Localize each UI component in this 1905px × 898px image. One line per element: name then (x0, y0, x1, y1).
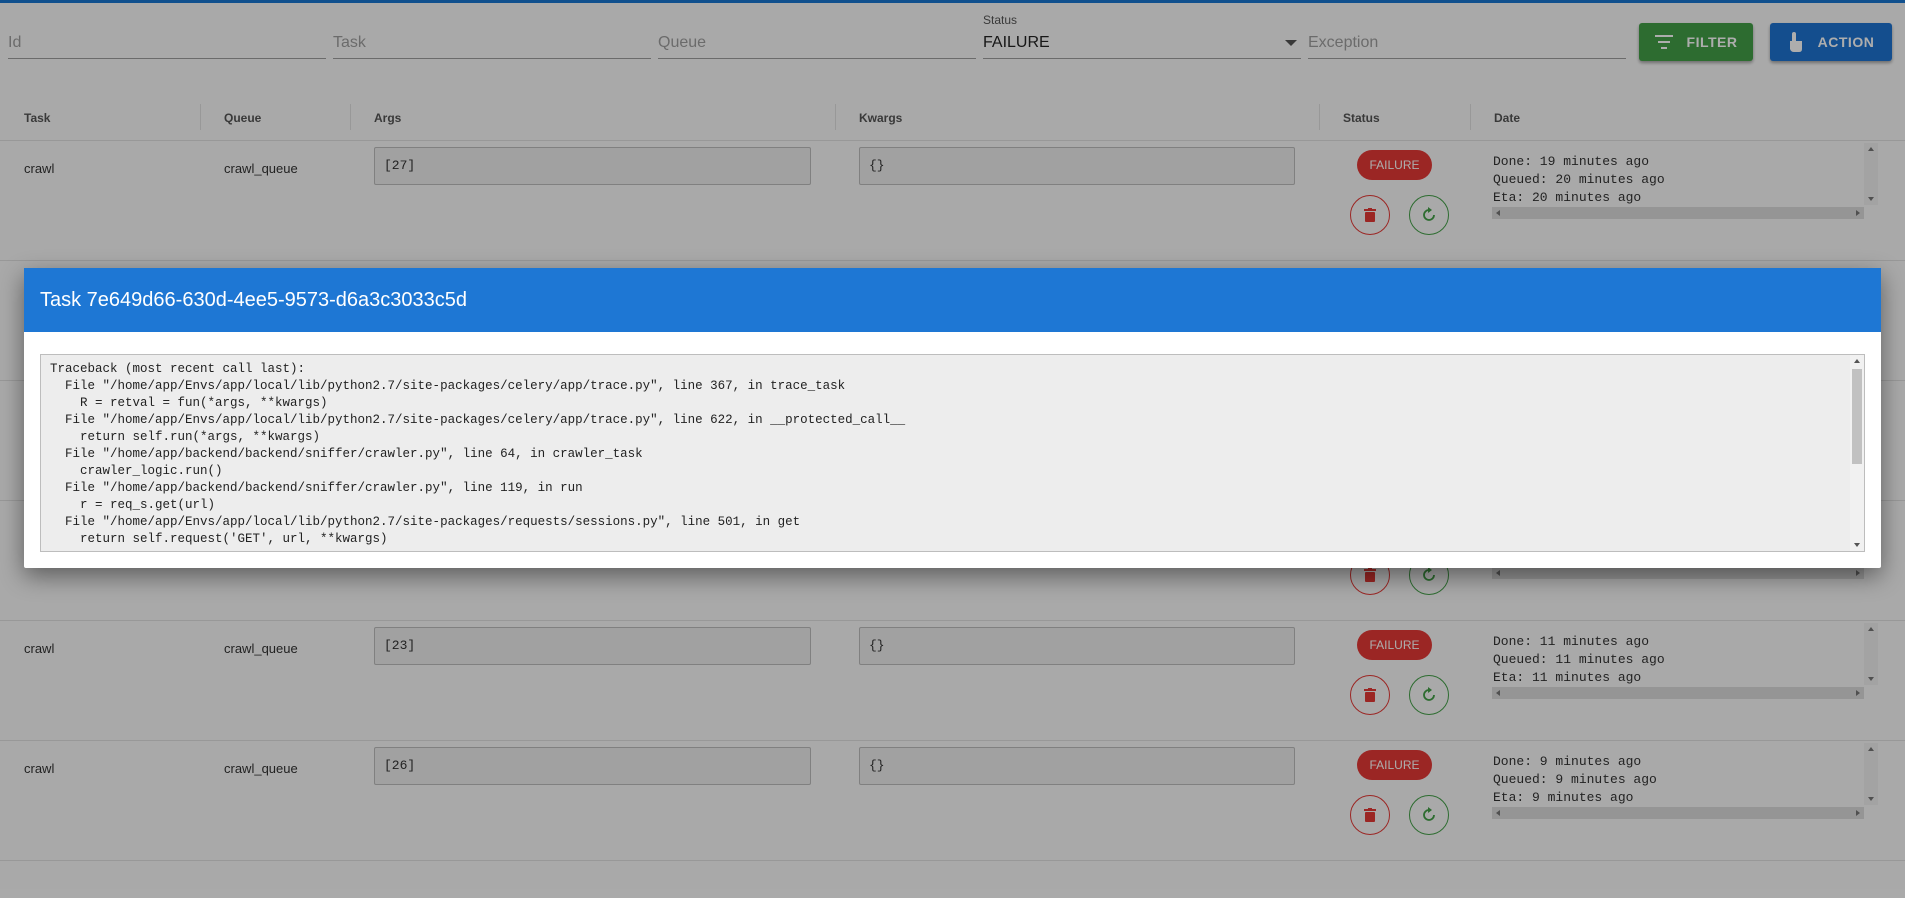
traceback-scrollbar[interactable] (1850, 355, 1864, 551)
scrollbar-thumb[interactable] (1852, 369, 1862, 464)
dialog-header: Task 7e649d66-630d-4ee5-9573-d6a3c3033c5… (24, 268, 1881, 332)
scroll-down-icon[interactable] (1854, 543, 1860, 547)
dialog-title: Task 7e649d66-630d-4ee5-9573-d6a3c3033c5… (40, 288, 468, 311)
traceback-text: Traceback (most recent call last): File … (50, 362, 906, 546)
traceback-box[interactable]: Traceback (most recent call last): File … (40, 354, 1865, 552)
scroll-up-icon[interactable] (1854, 359, 1860, 363)
task-detail-dialog: Task 7e649d66-630d-4ee5-9573-d6a3c3033c5… (24, 268, 1881, 568)
